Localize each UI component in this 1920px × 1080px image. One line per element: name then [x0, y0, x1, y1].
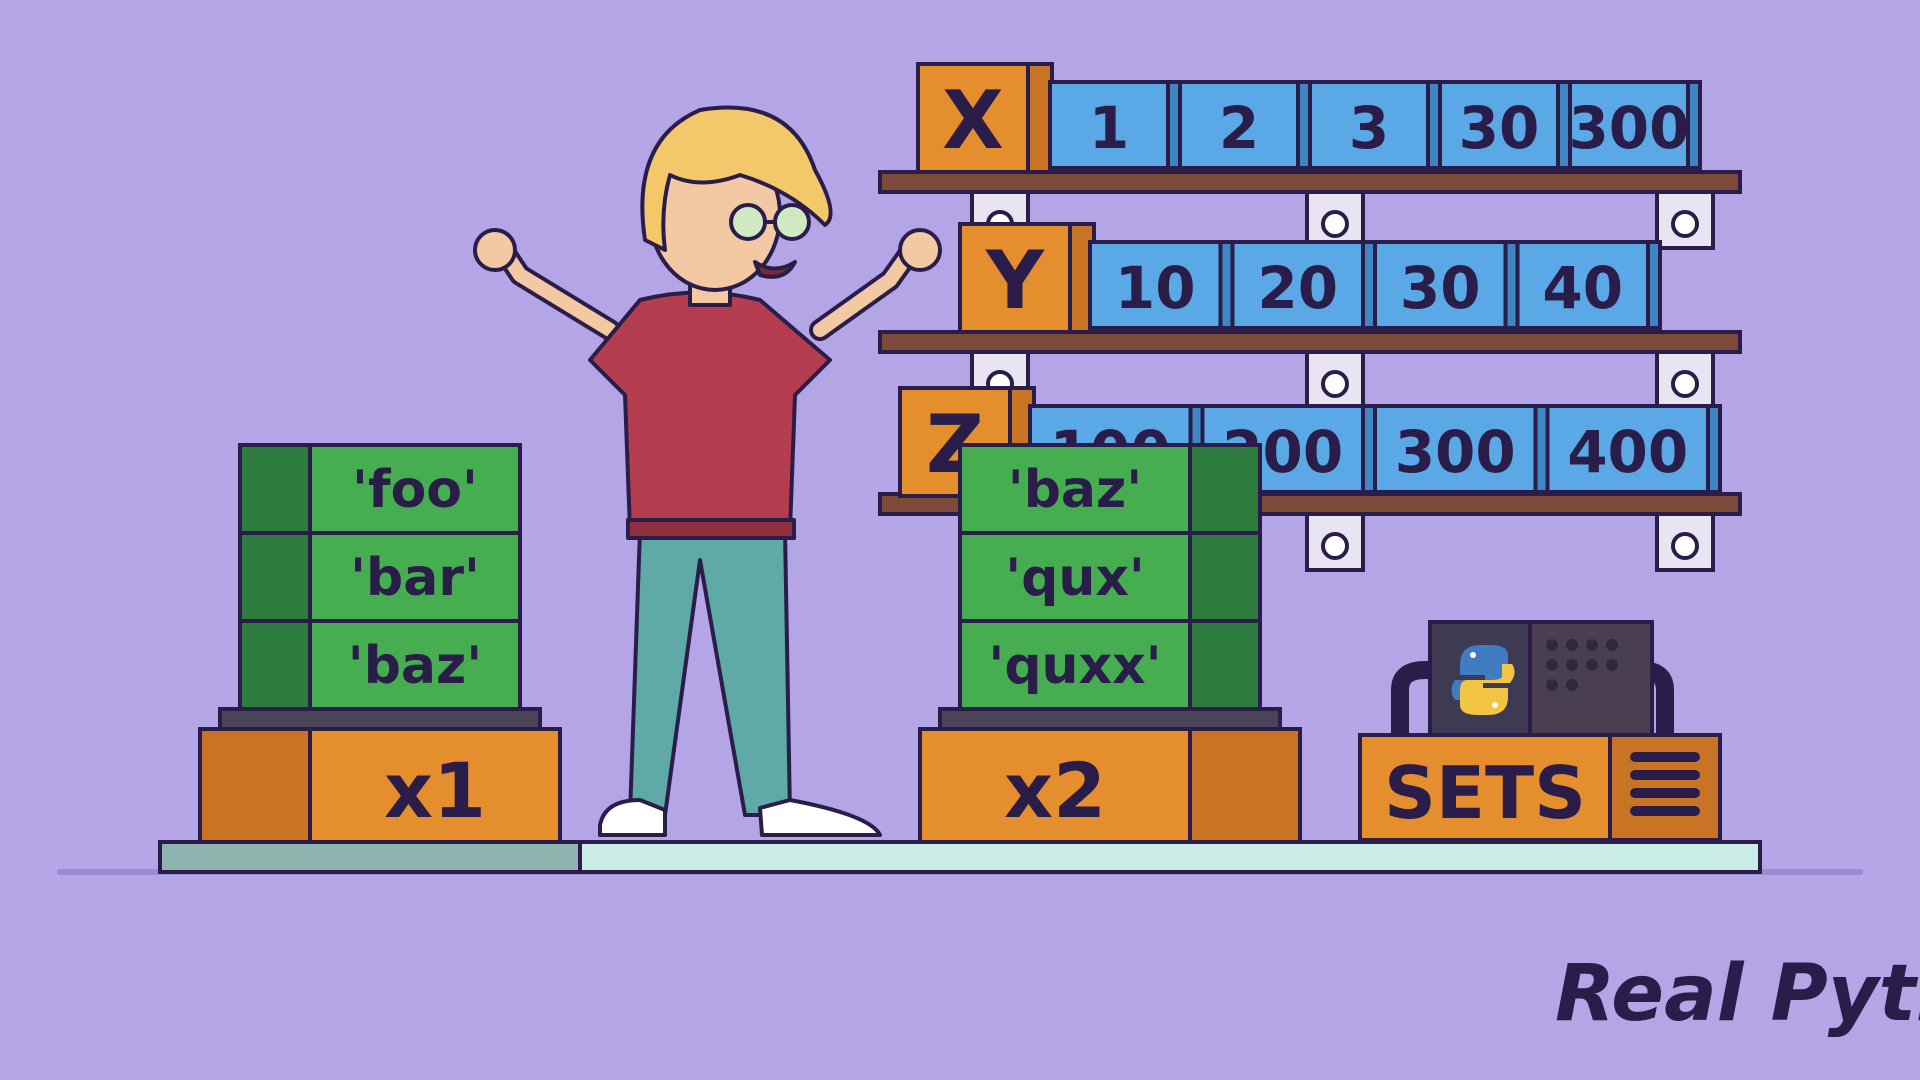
- character: [473, 105, 942, 837]
- shelf-label-box: Y: [958, 222, 1096, 334]
- number-box-value: 20: [1257, 254, 1338, 322]
- number-box: 400: [1545, 404, 1722, 494]
- shelf-x: X 1 2 3 30 300: [878, 62, 1742, 250]
- number-box: 300: [1373, 404, 1550, 494]
- shelf-label-box: X: [916, 62, 1054, 174]
- shelf-plank: [878, 170, 1742, 194]
- shelf-bracket: [1305, 510, 1365, 572]
- number-box: 20: [1230, 240, 1377, 330]
- green-box-value: 'bar': [350, 548, 480, 608]
- green-box-value: 'qux': [1005, 548, 1145, 608]
- green-box: 'qux': [958, 531, 1262, 623]
- crate-label: x2: [1004, 746, 1106, 835]
- number-box-value: 300: [1568, 94, 1689, 162]
- number-box-value: 3: [1349, 94, 1389, 162]
- green-box: 'foo': [238, 443, 522, 535]
- shelf-bracket: [1655, 348, 1715, 410]
- stack-x1: 'foo' 'bar' 'baz' x1: [198, 443, 562, 844]
- number-box-value: 1: [1089, 94, 1129, 162]
- green-box: 'baz': [958, 443, 1262, 535]
- number-box: 2: [1178, 80, 1312, 170]
- green-box: 'quxx': [958, 619, 1262, 711]
- number-box: 30: [1438, 80, 1572, 170]
- crate-label: x1: [384, 746, 486, 835]
- sets-machine: SETS: [1358, 620, 1722, 842]
- number-box-value: 30: [1459, 94, 1540, 162]
- floor: [57, 840, 1863, 875]
- number-box-value: 300: [1395, 418, 1516, 486]
- shelf-bracket: [1305, 348, 1365, 410]
- shelf-bracket: [1305, 188, 1365, 250]
- illustration: X12330300Y10203040Z100200300400 'foo''ba…: [57, 62, 1920, 1039]
- crate-grate: [218, 707, 542, 731]
- green-box-value: 'foo': [352, 460, 478, 520]
- number-box-value: 400: [1567, 418, 1688, 486]
- number-box-value: 10: [1115, 254, 1196, 322]
- number-box: 40: [1515, 240, 1662, 330]
- brand-logo: Real Python: [1555, 949, 1920, 1039]
- shelf-bracket: [1655, 188, 1715, 250]
- green-box-value: 'baz': [1008, 460, 1142, 520]
- shelf-plank: [878, 330, 1742, 354]
- shelf-label: Y: [985, 234, 1045, 327]
- number-box-value: 2: [1219, 94, 1259, 162]
- number-box: 10: [1088, 240, 1235, 330]
- orange-crate: x2: [918, 727, 1302, 844]
- shelf-y: Y 10 20 30 40: [878, 222, 1742, 410]
- shelf-label: X: [942, 74, 1004, 167]
- number-box: 300: [1568, 80, 1702, 170]
- crate-grate: [938, 707, 1282, 731]
- number-box-value: 30: [1400, 254, 1481, 322]
- number-box: 30: [1373, 240, 1520, 330]
- shelf-bracket: [1655, 510, 1715, 572]
- green-box-value: 'baz': [348, 636, 482, 696]
- sets-label: SETS: [1384, 751, 1586, 835]
- green-box: 'bar': [238, 531, 522, 623]
- orange-crate: x1: [198, 727, 562, 844]
- number-box-value: 40: [1542, 254, 1623, 322]
- green-box-value: 'quxx': [988, 636, 1161, 696]
- number-box: 1: [1048, 80, 1182, 170]
- stack-x2: 'baz' 'qux' 'quxx' x2: [918, 443, 1302, 844]
- number-box: 3: [1308, 80, 1442, 170]
- green-box: 'baz': [238, 619, 522, 711]
